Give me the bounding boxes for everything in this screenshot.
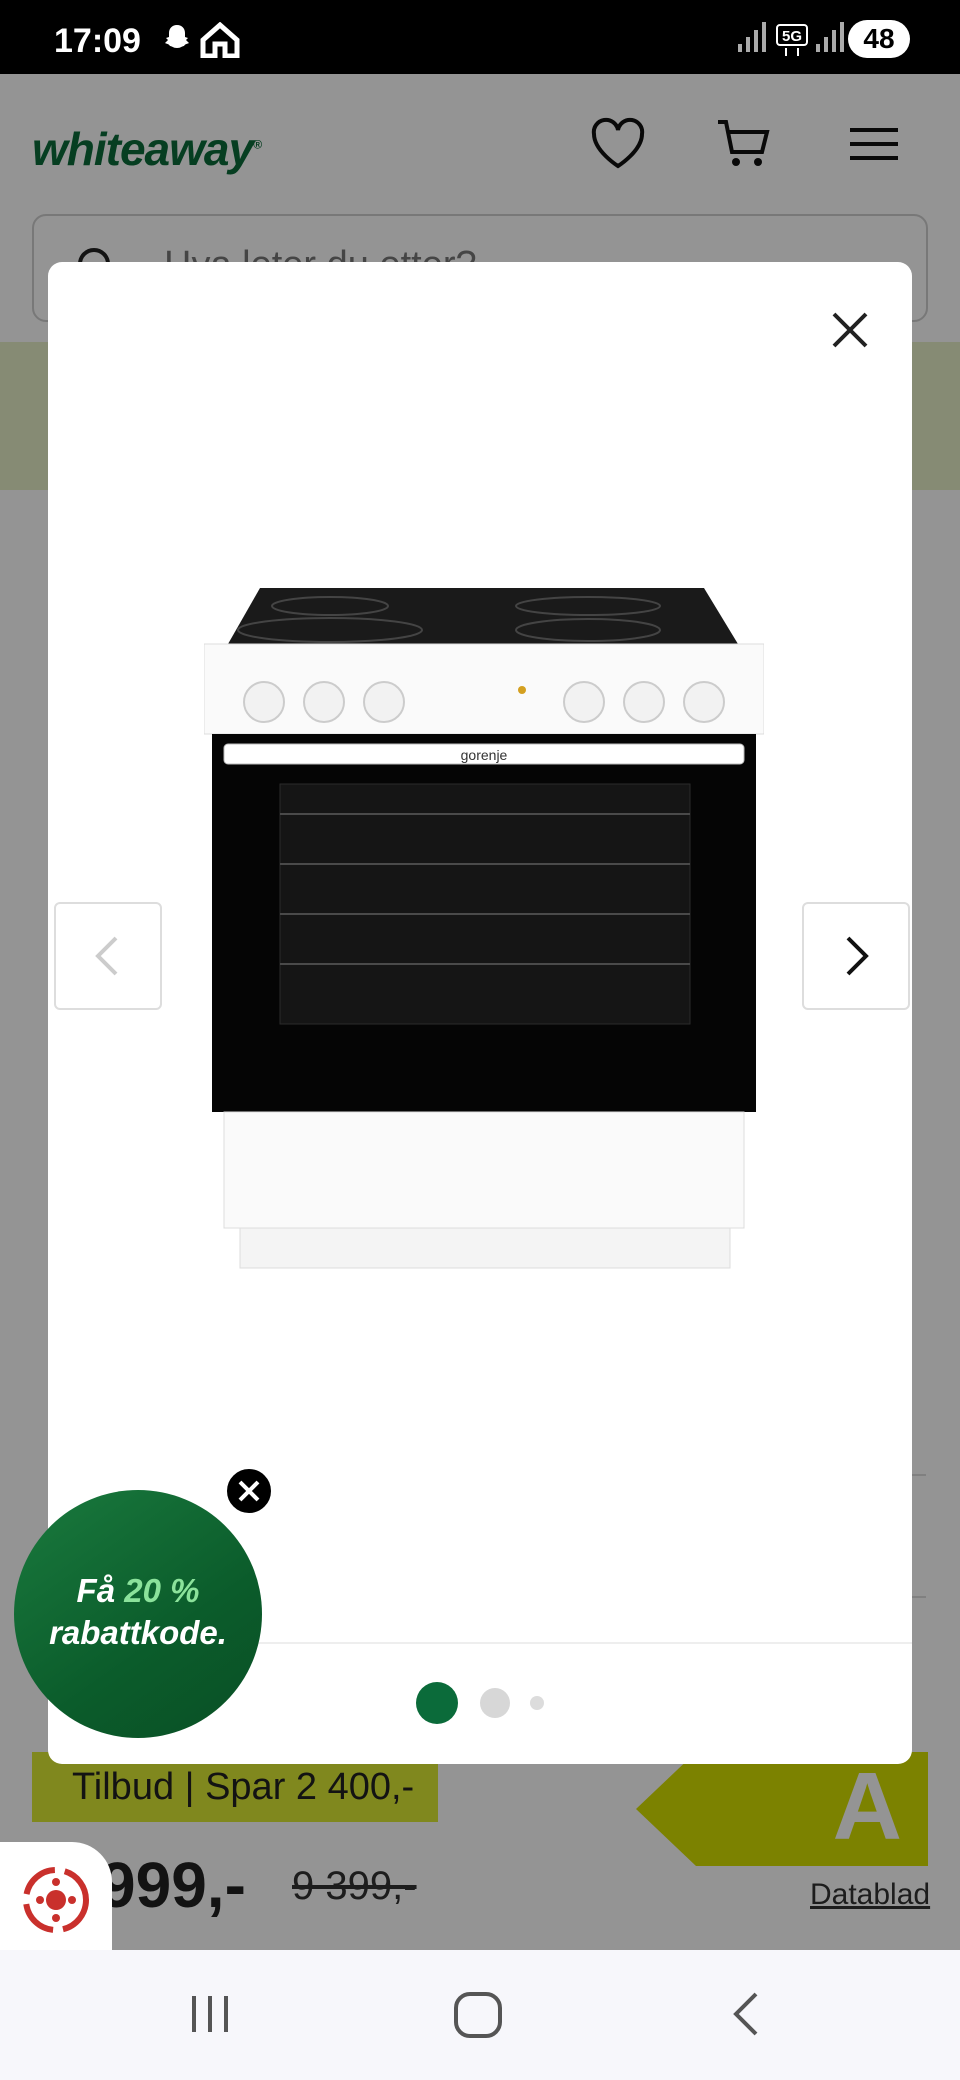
discount-close-button[interactable] [224,1466,274,1516]
home-button-icon[interactable] [452,1988,504,2045]
discount-bubble[interactable]: Få 20 % rabattkode. [14,1490,262,1738]
brand-text: gorenje [461,747,508,763]
close-icon [238,1480,260,1502]
recent-apps-icon[interactable] [186,1988,234,2045]
next-image-button[interactable] [802,902,910,1010]
svg-text:5G: 5G [782,28,802,45]
slide-dot-2[interactable] [480,1688,510,1718]
discount-highlight: 20 % [124,1572,200,1609]
status-time: 17:09 [54,22,141,60]
5g-icon: 5G [776,24,808,63]
signal-icon [816,22,844,57]
close-icon[interactable] [828,308,872,352]
home-icon [200,21,240,63]
signal-icon [738,22,766,57]
product-image: gorenje [203,588,765,1318]
loyalty-widget[interactable] [0,1842,112,1950]
prev-image-button[interactable] [54,902,162,1010]
slide-dot-1[interactable] [416,1682,458,1724]
back-icon[interactable] [726,1988,766,2045]
chevron-left-icon [95,936,118,976]
system-nav-bar [0,1950,960,2080]
discount-prefix: Få [76,1572,116,1609]
snapchat-icon [160,22,194,61]
loyalty-icon [23,1867,89,1933]
discount-line2: rabattkode. [49,1614,227,1651]
status-bar: 17:09 5G 48 [0,0,960,74]
chevron-right-icon [846,936,869,976]
slide-dot-3[interactable] [530,1696,544,1710]
battery-indicator: 48 [848,20,910,58]
